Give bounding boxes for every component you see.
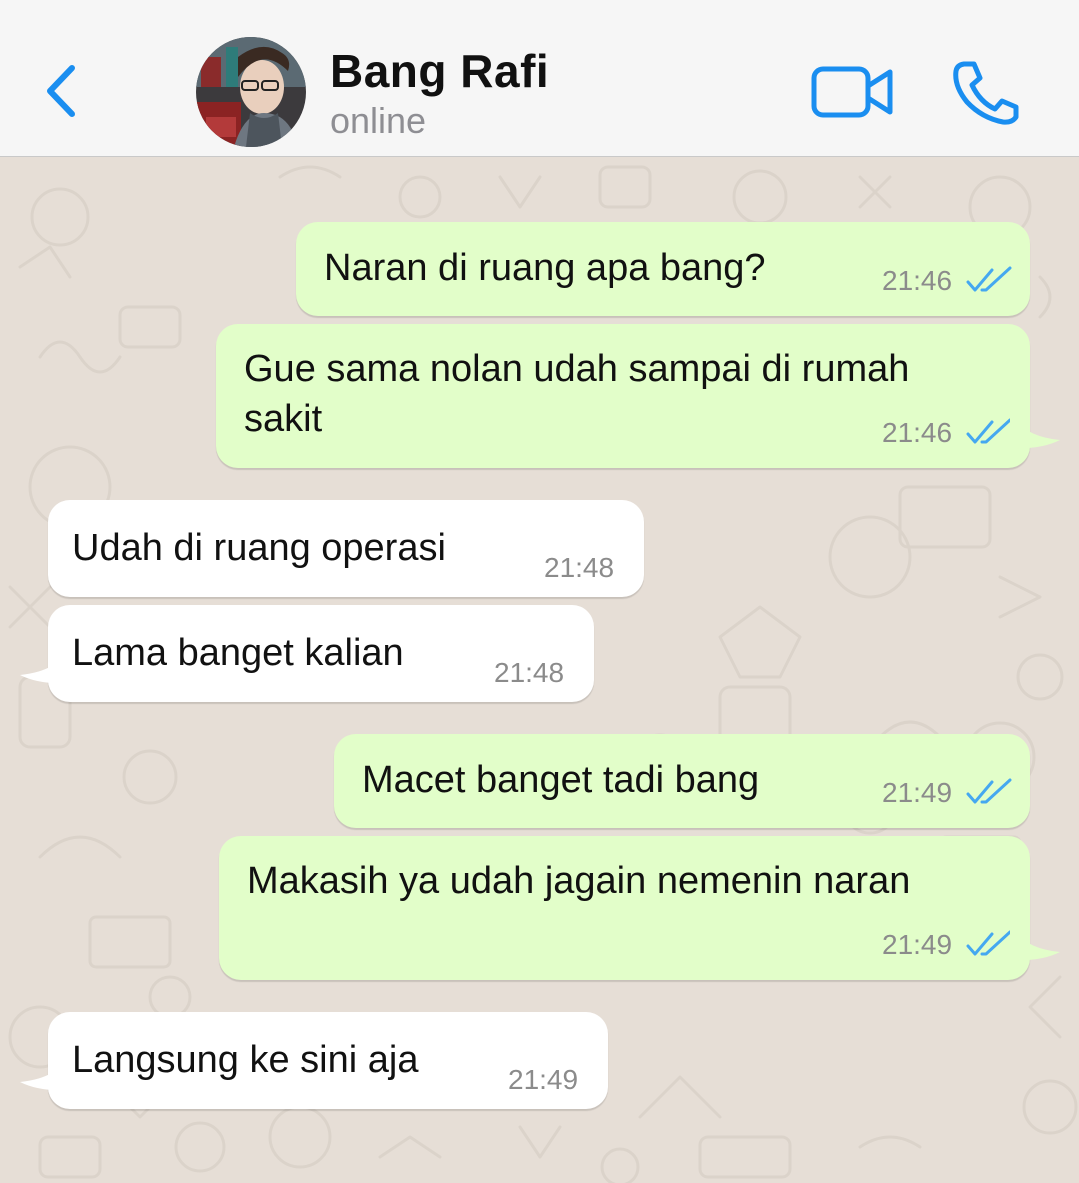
- message-bubble-outgoing[interactable]: Gue sama nolan udah sampai di rumah saki…: [216, 324, 1030, 468]
- avatar-photo: [196, 37, 306, 147]
- message-text: Naran di ruang apa bang?: [324, 247, 766, 289]
- video-call-button[interactable]: [810, 62, 896, 122]
- read-ticks-icon: [966, 778, 1012, 804]
- message-text-line-2: sakit: [244, 398, 323, 440]
- message-timestamp: 21:49: [882, 929, 953, 960]
- bubble-tail-outgoing: [1010, 410, 1060, 449]
- voice-call-button[interactable]: [950, 58, 1022, 126]
- bubble-tail-outgoing: [1010, 922, 1060, 961]
- message-text: Udah di ruang operasi: [72, 527, 446, 569]
- phone-icon: [953, 61, 1019, 125]
- contact-status: online: [330, 100, 427, 141]
- read-ticks-icon: [966, 930, 1012, 956]
- message-text: Macet banget tadi bang: [362, 759, 760, 801]
- message-timestamp: 21:48: [494, 657, 565, 688]
- message-bubble-outgoing[interactable]: Macet banget tadi bang 21:49: [334, 734, 1030, 828]
- bubble-tail-incoming: [20, 645, 70, 684]
- message-timestamp: 21:49: [508, 1064, 579, 1095]
- message-timestamp: 21:46: [882, 265, 953, 296]
- message-text: Lama banget kalian: [72, 632, 404, 674]
- back-button[interactable]: [36, 58, 86, 124]
- message-bubble-incoming[interactable]: Langsung ke sini aja 21:49: [48, 1012, 608, 1109]
- message-bubble-incoming[interactable]: Udah di ruang operasi 21:48: [48, 500, 644, 597]
- message-bubble-outgoing[interactable]: Naran di ruang apa bang? 21:46: [296, 222, 1030, 316]
- contact-avatar[interactable]: [196, 37, 306, 147]
- message-text-line-1: Gue sama nolan udah sampai di rumah: [244, 348, 910, 390]
- video-camera-icon: [811, 66, 893, 118]
- message-timestamp: 21:46: [882, 417, 953, 448]
- contact-name[interactable]: Bang Rafi: [330, 44, 549, 98]
- message-text: Makasih ya udah jagain nemenin naran: [247, 860, 911, 902]
- message-bubble-outgoing[interactable]: Makasih ya udah jagain nemenin naran 21:…: [219, 836, 1030, 980]
- message-timestamp: 21:49: [882, 777, 953, 808]
- chevron-left-icon: [47, 65, 75, 117]
- message-text: Langsung ke sini aja: [72, 1039, 419, 1081]
- bubble-tail-incoming: [20, 1052, 70, 1091]
- read-ticks-icon: [966, 266, 1012, 292]
- chat-header: Bang Rafi online: [0, 0, 1079, 157]
- message-bubble-incoming[interactable]: Lama banget kalian 21:48: [48, 605, 594, 702]
- message-timestamp: 21:48: [544, 552, 615, 583]
- read-ticks-icon: [966, 418, 1012, 444]
